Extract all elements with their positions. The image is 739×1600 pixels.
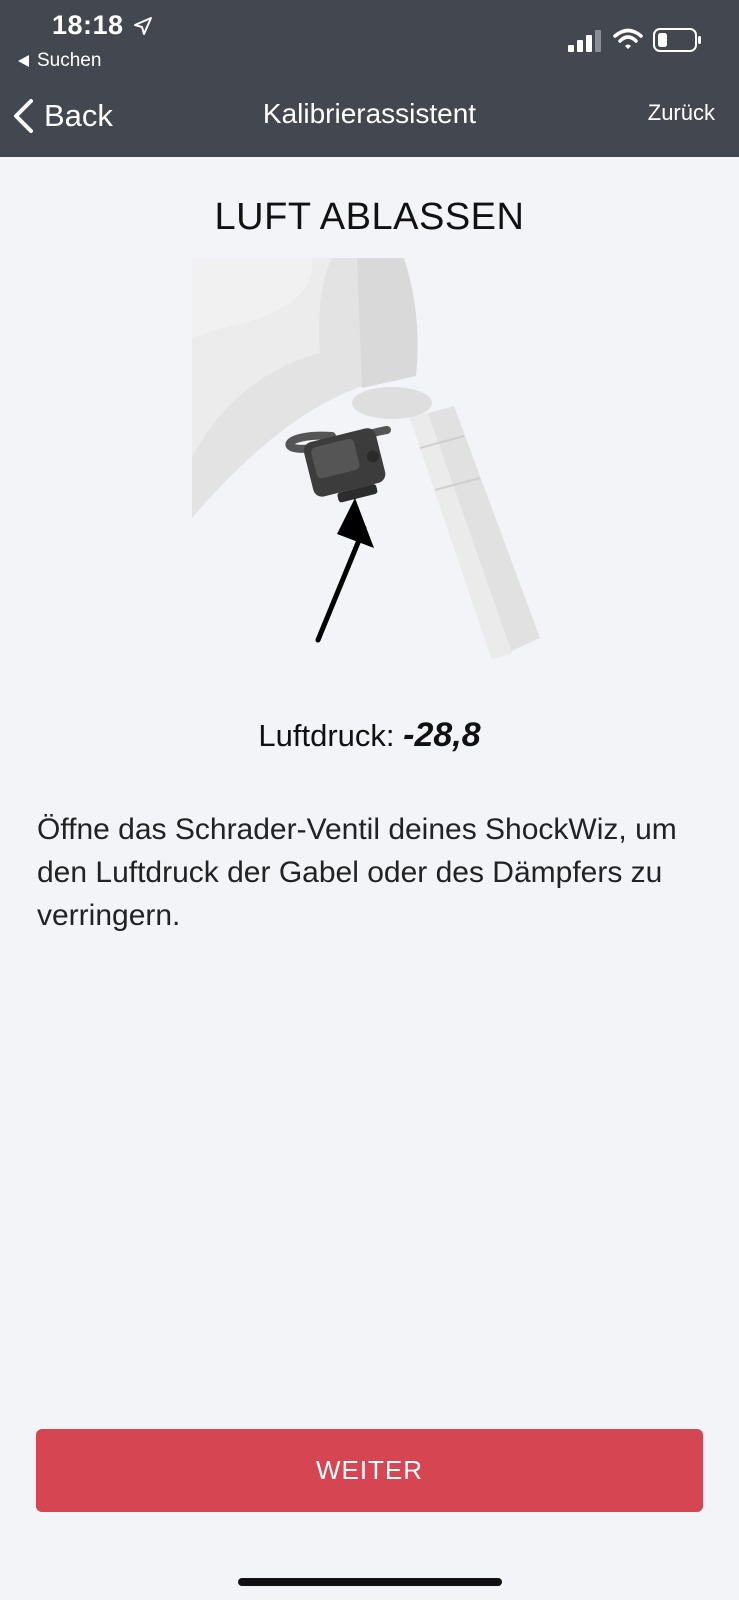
pressure-label: Luftdruck: bbox=[258, 718, 395, 753]
app-header: 18:18 Suchen Back Kalibrierassistent Zur… bbox=[0, 0, 739, 157]
wifi-icon bbox=[613, 28, 643, 49]
back-to-app-link[interactable]: Suchen bbox=[18, 50, 101, 72]
back-button-label: Back bbox=[44, 98, 113, 133]
step-title: LUFT ABLASSEN bbox=[214, 196, 525, 238]
cellular-signal-icon bbox=[568, 30, 601, 52]
zurueck-button[interactable]: Zurück bbox=[648, 100, 715, 126]
battery-icon bbox=[653, 28, 701, 52]
location-arrow-icon bbox=[134, 17, 152, 35]
back-app-label: Suchen bbox=[37, 50, 102, 71]
home-indicator bbox=[238, 1578, 502, 1586]
back-button[interactable]: Back bbox=[12, 95, 113, 137]
weiter-button[interactable]: WEITER bbox=[36, 1429, 703, 1512]
chevron-left-icon bbox=[14, 99, 33, 133]
status-time: 18:18 bbox=[52, 10, 124, 40]
pressure-readout: Luftdruck: -28,8 bbox=[0, 716, 739, 755]
shockwiz-valve-illustration bbox=[192, 258, 540, 660]
back-triangle-icon bbox=[18, 55, 29, 67]
instruction-text: Öffne das Schrader-Ventil deines ShockWi… bbox=[37, 813, 677, 932]
pressure-value: -28,8 bbox=[403, 716, 481, 754]
